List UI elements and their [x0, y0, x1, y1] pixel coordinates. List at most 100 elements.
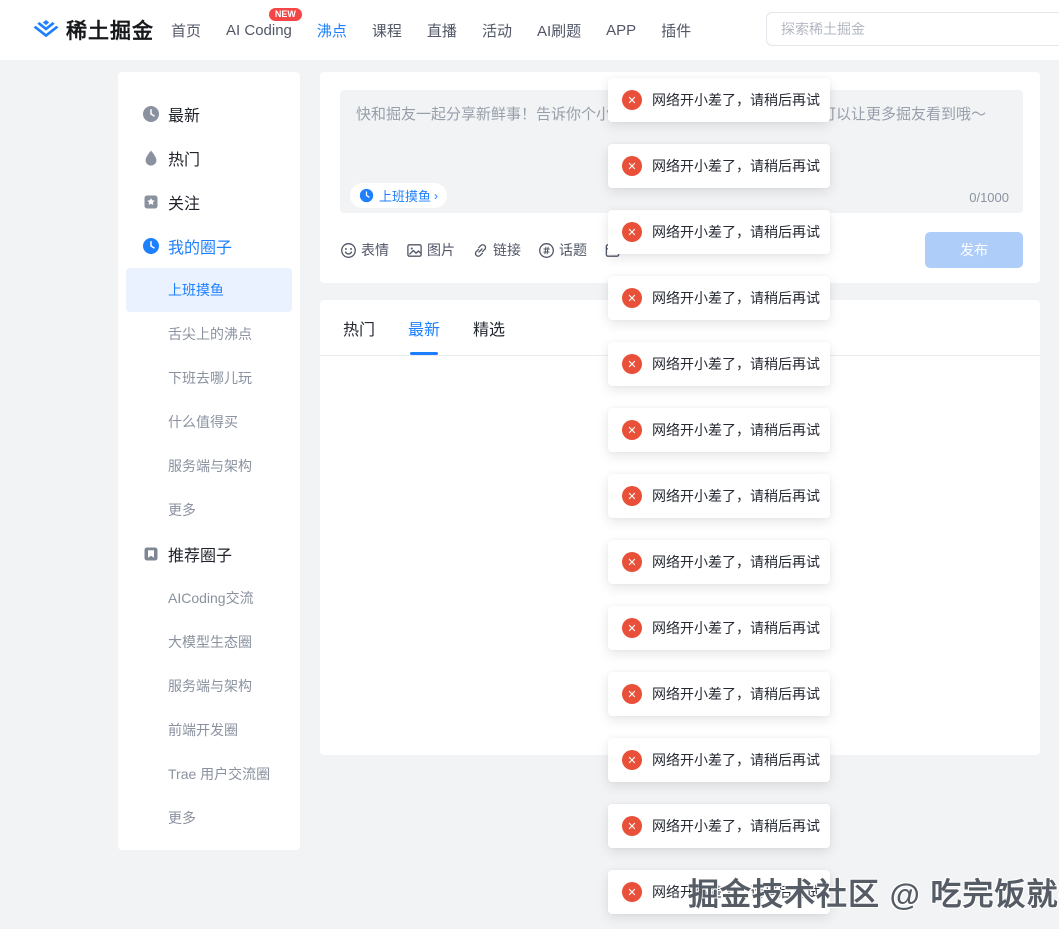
- sidebar-item-label: 服务端与架构: [168, 676, 252, 696]
- toast-stack: ✕ 网络开小差了，请稍后再试 ✕ 网络开小差了，请稍后再试 ✕ 网络开小差了，请…: [608, 78, 830, 929]
- toast-message: 网络开小差了，请稍后再试: [652, 486, 820, 506]
- publish-button[interactable]: 发布: [925, 232, 1023, 268]
- sidebar-item-backend-arch-2[interactable]: 服务端与架构: [126, 664, 292, 708]
- nav-item-app[interactable]: APP: [606, 22, 636, 39]
- toolbar-label: 链接: [493, 240, 521, 260]
- error-toast: ✕ 网络开小差了，请稍后再试: [608, 408, 830, 452]
- char-counter: 0/1000: [969, 190, 1009, 205]
- nav-item-live[interactable]: 直播: [427, 20, 457, 41]
- tab-featured[interactable]: 精选: [473, 300, 505, 355]
- sidebar-item-slack-off-circle[interactable]: 上班摸鱼: [126, 268, 292, 312]
- error-toast: ✕ 网络开小差了，请稍后再试: [608, 144, 830, 188]
- search-box: [766, 12, 1059, 46]
- sidebar-item-more-recommended[interactable]: 更多: [126, 796, 292, 840]
- nav-item-ai-coding[interactable]: AI Coding NEW: [226, 22, 292, 39]
- sidebar-item-aicoding-circle[interactable]: AICoding交流: [126, 576, 292, 620]
- nav-item-home[interactable]: 首页: [171, 20, 201, 41]
- sidebar-item-after-work[interactable]: 下班去哪儿玩: [126, 356, 292, 400]
- sidebar-item-label: 什么值得买: [168, 412, 238, 432]
- main-nav: 首页 AI Coding NEW 沸点 课程 直播 活动 AI刷题 APP 插件: [171, 20, 691, 41]
- topic-icon: [538, 242, 555, 259]
- sidebar-item-more-my[interactable]: 更多: [126, 488, 292, 532]
- nav-item-events[interactable]: 活动: [482, 20, 512, 41]
- error-x-icon: ✕: [622, 882, 642, 902]
- nav-item-courses[interactable]: 课程: [372, 20, 402, 41]
- sidebar-item-frontend-circle[interactable]: 前端开发圈: [126, 708, 292, 752]
- sidebar-item-label: AICoding交流: [168, 588, 254, 608]
- error-x-icon: ✕: [622, 288, 642, 308]
- sidebar-item-label: 服务端与架构: [168, 456, 252, 476]
- toast-message: 网络开小差了，请稍后再试: [652, 90, 820, 110]
- composer-toolbar: 表情 图片 链接 话题: [340, 232, 621, 268]
- bookmark-icon: [142, 545, 160, 563]
- sidebar-item-my-circles[interactable]: 我的圈子: [126, 224, 292, 268]
- my-circle-icon: [142, 237, 160, 255]
- toast-message: 网络开小差了，请稍后再试: [652, 354, 820, 374]
- sidebar-item-label: 下班去哪儿玩: [168, 368, 252, 388]
- image-button[interactable]: 图片: [406, 240, 455, 260]
- toast-message: 网络开小差了，请稍后再试: [652, 684, 820, 704]
- circle-tag-label: 上班摸鱼: [379, 186, 431, 205]
- top-navbar: 稀土掘金 首页 AI Coding NEW 沸点 课程 直播 活动 AI刷题 A…: [0, 0, 1059, 61]
- error-x-icon: ✕: [622, 420, 642, 440]
- error-toast: ✕ 网络开小差了，请稍后再试: [608, 276, 830, 320]
- error-x-icon: ✕: [622, 552, 642, 572]
- sidebar-item-label: 关注: [168, 190, 200, 214]
- error-x-icon: ✕: [622, 750, 642, 770]
- toast-message: 网络开小差了，请稍后再试: [652, 156, 820, 176]
- error-toast: ✕ 网络开小差了，请稍后再试: [608, 210, 830, 254]
- sidebar-item-label: 我的圈子: [168, 234, 232, 258]
- sidebar-item-worth-buying[interactable]: 什么值得买: [126, 400, 292, 444]
- error-toast: ✕ 网络开小差了，请稍后再试: [608, 78, 830, 122]
- error-toast: ✕ 网络开小差了，请稍后再试: [608, 738, 830, 782]
- sidebar-item-recommended-circles[interactable]: 推荐圈子: [126, 532, 292, 576]
- error-toast: ✕ 网络开小差了，请稍后再试: [608, 606, 830, 650]
- sidebar-item-label: 更多: [168, 808, 196, 828]
- new-badge: NEW: [269, 8, 302, 21]
- sidebar-item-backend-arch[interactable]: 服务端与架构: [126, 444, 292, 488]
- error-x-icon: ✕: [622, 618, 642, 638]
- toolbar-label: 话题: [559, 240, 587, 260]
- toast-message: 网络开小差了，请稍后再试: [652, 552, 820, 572]
- tab-hot[interactable]: 热门: [343, 300, 375, 355]
- sidebar-item-trae-circle[interactable]: Trae 用户交流圈: [126, 752, 292, 796]
- sidebar-item-food-pins[interactable]: 舌尖上的沸点: [126, 312, 292, 356]
- nav-item-plugins[interactable]: 插件: [661, 20, 691, 41]
- tab-latest[interactable]: 最新: [408, 300, 440, 355]
- search-input[interactable]: [766, 12, 1059, 46]
- toast-message: 网络开小差了，请稍后再试: [652, 618, 820, 638]
- juejin-logo-icon: [33, 19, 59, 41]
- sidebar-item-label: 大模型生态圈: [168, 632, 252, 652]
- logo-text: 稀土掘金: [66, 15, 154, 45]
- error-toast: ✕ 网络开小差了，请稍后再试: [608, 540, 830, 584]
- nav-item-ai-quiz[interactable]: AI刷题: [537, 20, 581, 41]
- error-x-icon: ✕: [622, 816, 642, 836]
- circle-tag-pill[interactable]: 上班摸鱼 ›: [350, 183, 447, 208]
- sidebar-item-llm-circle[interactable]: 大模型生态圈: [126, 620, 292, 664]
- flame-icon: [142, 149, 160, 167]
- sidebar-item-follow[interactable]: 关注: [126, 180, 292, 224]
- link-button[interactable]: 链接: [472, 240, 521, 260]
- sidebar-item-label: 上班摸鱼: [168, 280, 224, 300]
- error-x-icon: ✕: [622, 684, 642, 704]
- sidebar-item-label: 最新: [168, 102, 200, 126]
- error-x-icon: ✕: [622, 354, 642, 374]
- juejin-logo[interactable]: 稀土掘金: [33, 15, 154, 45]
- toast-message: 网络开小差了，请稍后再试: [652, 816, 820, 836]
- error-x-icon: ✕: [622, 90, 642, 110]
- topic-button[interactable]: 话题: [538, 240, 587, 260]
- toast-message: 网络开小差了，请稍后再试: [652, 750, 820, 770]
- sidebar-item-label: 前端开发圈: [168, 720, 238, 740]
- sidebar-item-hot[interactable]: 热门: [126, 136, 292, 180]
- juejin-pins-page: 稀土掘金 首页 AI Coding NEW 沸点 课程 直播 活动 AI刷题 A…: [0, 0, 1059, 929]
- emoji-button[interactable]: 表情: [340, 240, 389, 260]
- toast-message: 网络开小差了，请稍后再试: [652, 288, 820, 308]
- circle-tag-icon: [359, 188, 374, 203]
- follow-star-icon: [142, 193, 160, 211]
- nav-item-pins[interactable]: 沸点: [317, 20, 347, 41]
- image-icon: [406, 242, 423, 259]
- sidebar-item-latest[interactable]: 最新: [126, 92, 292, 136]
- pins-sidebar: 最新 热门 关注 我的圈子 上班摸鱼 舌尖上的沸点 下班去哪儿玩: [118, 72, 300, 850]
- toast-message: 网络开小差了，请稍后再试: [652, 420, 820, 440]
- nav-item-label: AI Coding: [226, 22, 292, 39]
